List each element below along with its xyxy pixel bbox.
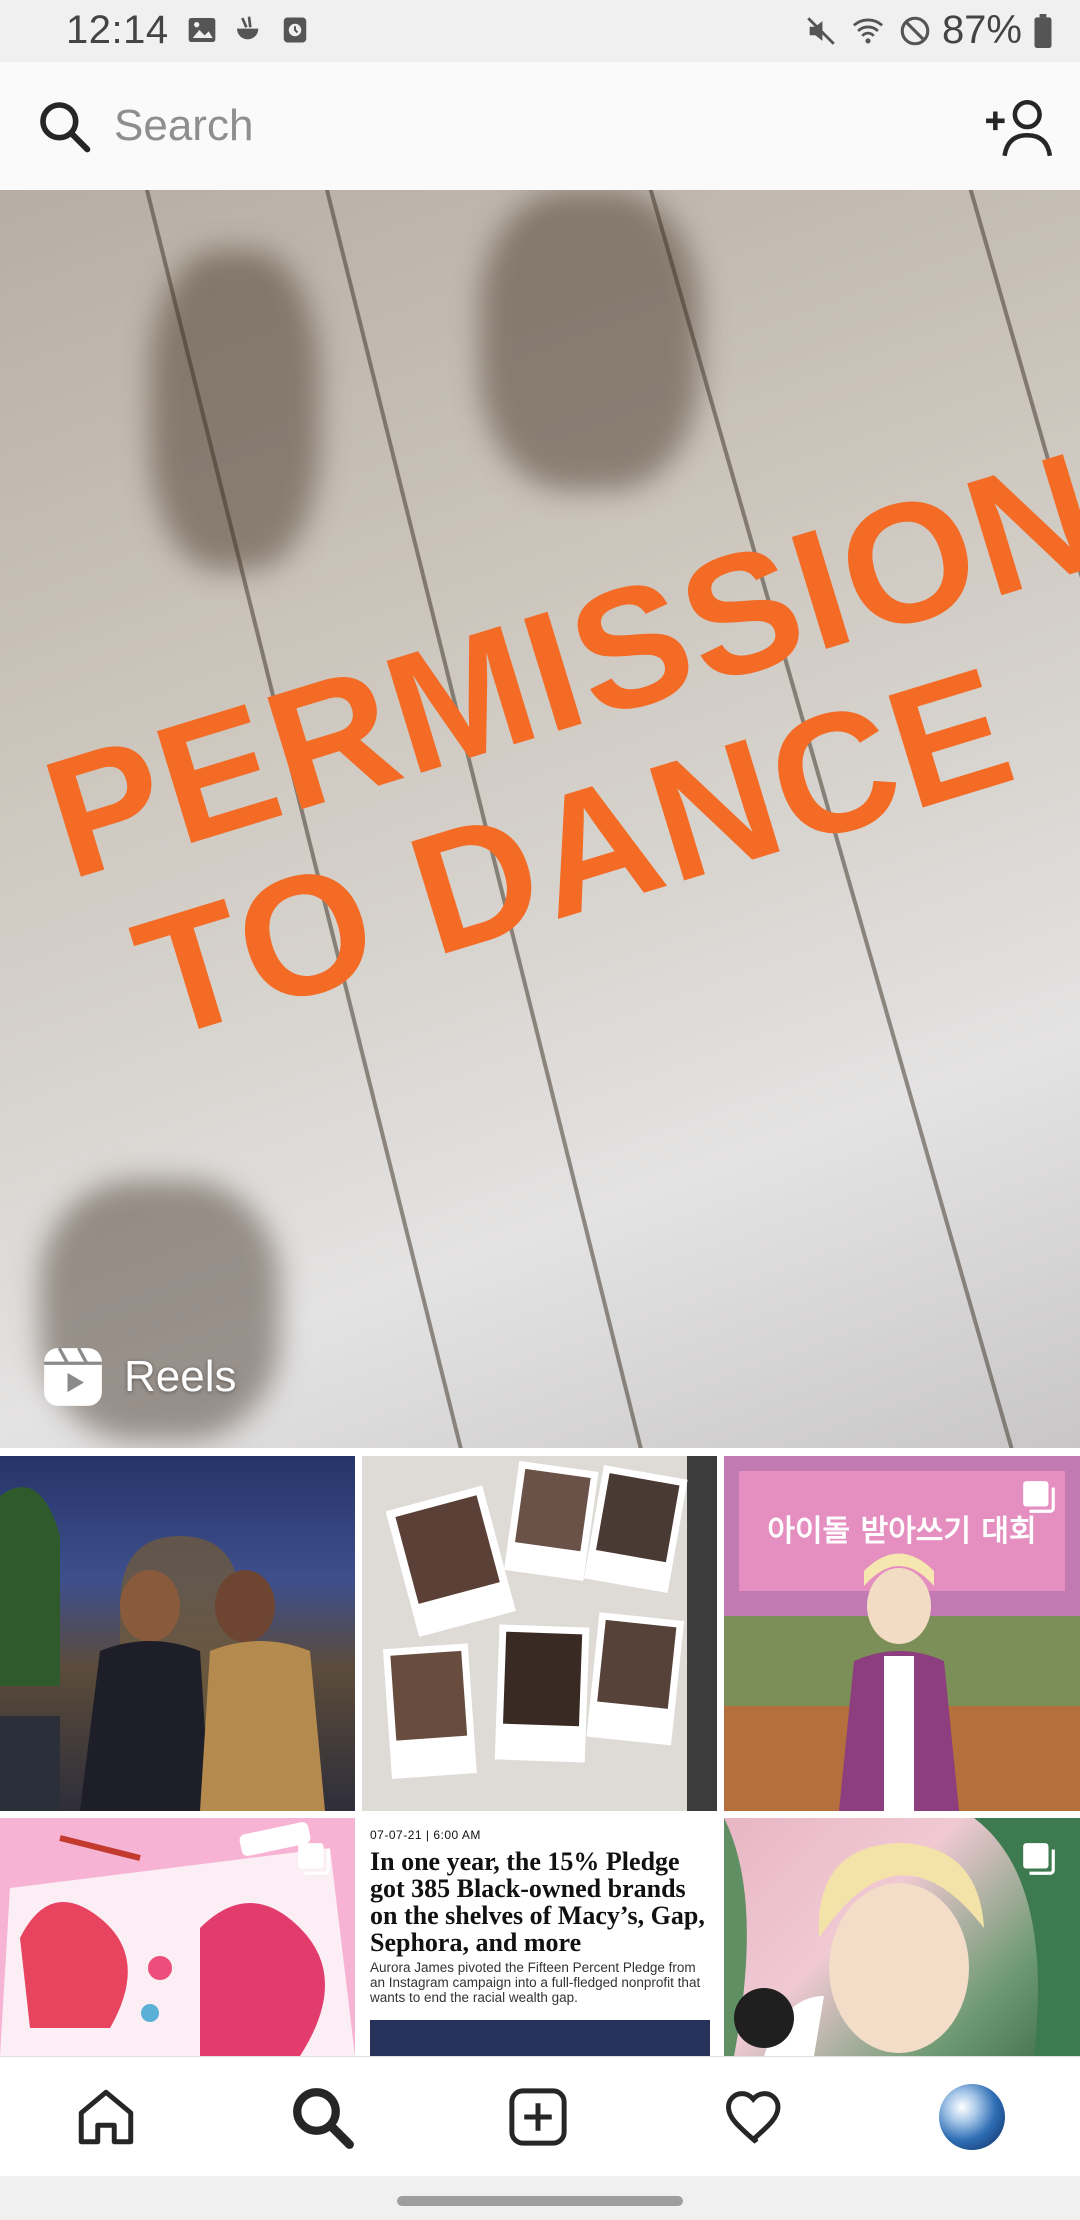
home-icon	[78, 2089, 134, 2145]
status-left-icons	[186, 14, 310, 46]
grid-post-tv-show[interactable]: 아이돌 받아쓰기 대회	[724, 1456, 1080, 1811]
multi-post-icon	[298, 1843, 330, 1875]
create-icon	[509, 2088, 567, 2146]
grid-post-polaroids[interactable]	[362, 1456, 717, 1811]
reels-icon	[44, 1347, 102, 1406]
mute-icon	[804, 14, 838, 48]
explore-grid: 아이돌 받아쓰기 대회 07-07-21 | 6:00 AM In one ye…	[0, 1456, 1080, 2056]
article-image-strip	[370, 2020, 710, 2056]
article-subtext: Aurora James pivoted the Fifteen Percent…	[370, 1960, 701, 2005]
heart-icon	[726, 2091, 781, 2144]
status-right: 87%	[804, 8, 1054, 53]
nav-profile-button[interactable]	[934, 2079, 1010, 2155]
gallery-icon	[186, 14, 218, 46]
status-time: 12:14	[66, 8, 169, 52]
reels-label: Reels	[124, 1352, 237, 1401]
multi-post-icon	[1023, 1481, 1055, 1513]
search-header	[0, 62, 1080, 191]
battery-icon	[1032, 13, 1054, 48]
multi-post-icon	[1023, 1843, 1055, 1875]
article-headline: In one year, the 15% Pledge got 385 Blac…	[370, 1847, 705, 1957]
bottom-navigation	[0, 2056, 1080, 2177]
grid-post-illustration[interactable]	[0, 1818, 355, 2056]
article-date: 07-07-21 | 6:00 AM	[370, 1828, 481, 1842]
status-bar: 12:14 87%	[0, 0, 1080, 62]
add-user-icon	[986, 100, 1053, 157]
cup-icon	[232, 14, 266, 46]
battery-percent: 87%	[941, 8, 1022, 52]
reel-video-tile[interactable]: PERMISSION TO DANCE Reels	[0, 190, 1080, 1448]
post-image	[0, 1487, 325, 1811]
nav-home-button[interactable]	[68, 2079, 144, 2155]
nav-create-button[interactable]	[500, 2079, 576, 2155]
reel-overlay-title: PERMISSION TO DANCE	[25, 416, 1080, 1076]
post-image	[362, 1456, 717, 1811]
tv-show-sign: 아이돌 받아쓰기 대회	[767, 1514, 1036, 1549]
home-indicator[interactable]	[397, 2196, 683, 2206]
reels-badge: Reels	[40, 1344, 237, 1410]
nav-search-button[interactable]	[284, 2079, 360, 2155]
grid-post-article[interactable]: 07-07-21 | 6:00 AM In one year, the 15% …	[362, 1818, 717, 2056]
search-icon	[36, 98, 92, 154]
wifi-icon	[848, 14, 888, 48]
add-user-button[interactable]	[984, 96, 1054, 158]
profile-avatar	[939, 2084, 1005, 2150]
dnd-icon	[898, 14, 932, 48]
search-input[interactable]	[114, 90, 914, 162]
nav-activity-button[interactable]	[718, 2079, 794, 2155]
grid-post-two-men[interactable]	[0, 1456, 355, 1811]
clock-app-icon	[280, 14, 310, 46]
search-icon	[293, 2088, 354, 2149]
grid-post-selfie[interactable]	[724, 1818, 1080, 2056]
